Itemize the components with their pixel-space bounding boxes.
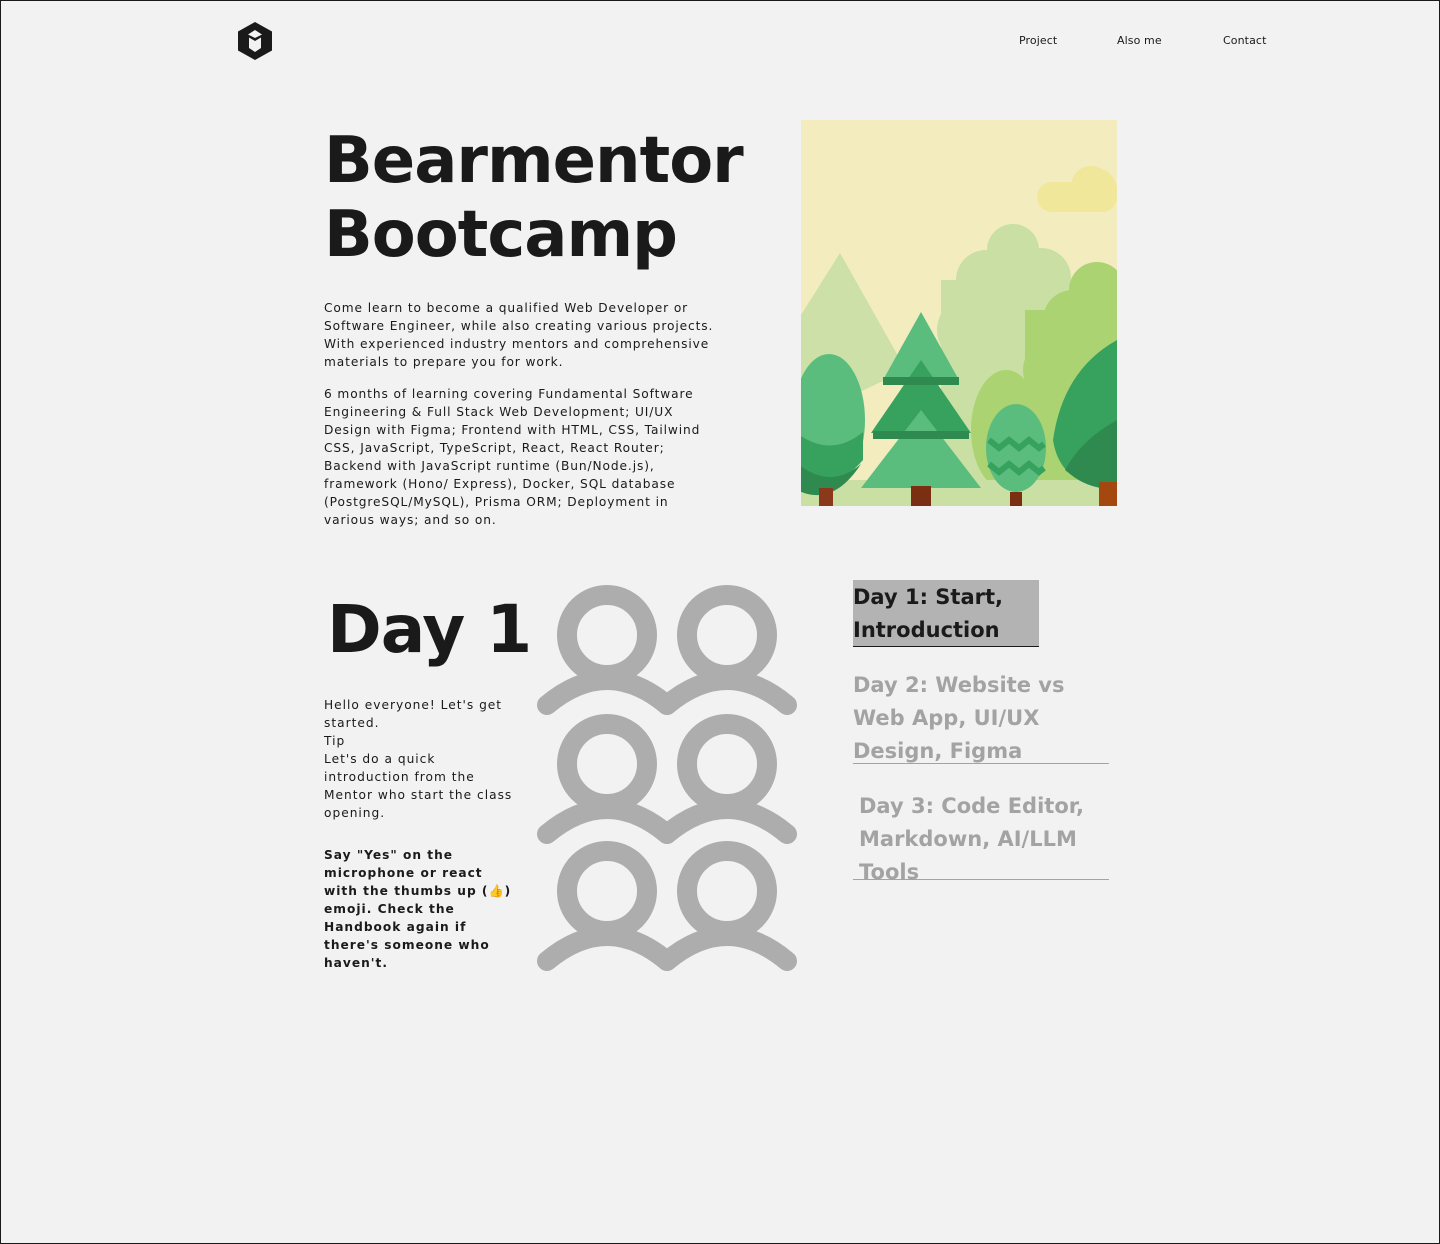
day-instruction: Say "Yes" on the microphone or react wit… [324,848,512,970]
day-title: Day 1 [327,591,532,668]
day-list-item-2[interactable]: Day 2: Website vs Web App, UI/UX Design,… [853,669,1109,764]
top-nav: Project Also me Contact [0,34,1440,52]
day-intro: Hello everyone! Let's get started. Tip L… [324,696,514,822]
day-intro-greeting: Hello everyone! Let's get started. [324,698,503,730]
page-title-line1: Bearmentor [324,124,744,198]
day-intro-tip-label: Tip [324,734,346,748]
nav-item-also-me[interactable]: Also me [1117,34,1162,47]
hero-description: Come learn to become a qualified Web Dev… [324,301,714,369]
day-list-item-1[interactable]: Day 1: Start, Introduction [853,580,1039,647]
hero-curriculum: 6 months of learning covering Fundamenta… [324,387,701,527]
day-list-item-3[interactable]: Day 3: Code Editor, Markdown, AI/LLM Too… [853,790,1109,884]
nav-item-contact[interactable]: Contact [1223,34,1267,47]
users-group-icon [537,585,797,971]
page-title-line2: Bootcamp [324,198,678,272]
page-title: Bearmentor Bootcamp [324,124,784,272]
day-intro-tip-text: Let's do a quick introduction from the M… [324,752,513,820]
nav-item-project[interactable]: Project [1019,34,1057,47]
forest-illustration [801,120,1117,506]
